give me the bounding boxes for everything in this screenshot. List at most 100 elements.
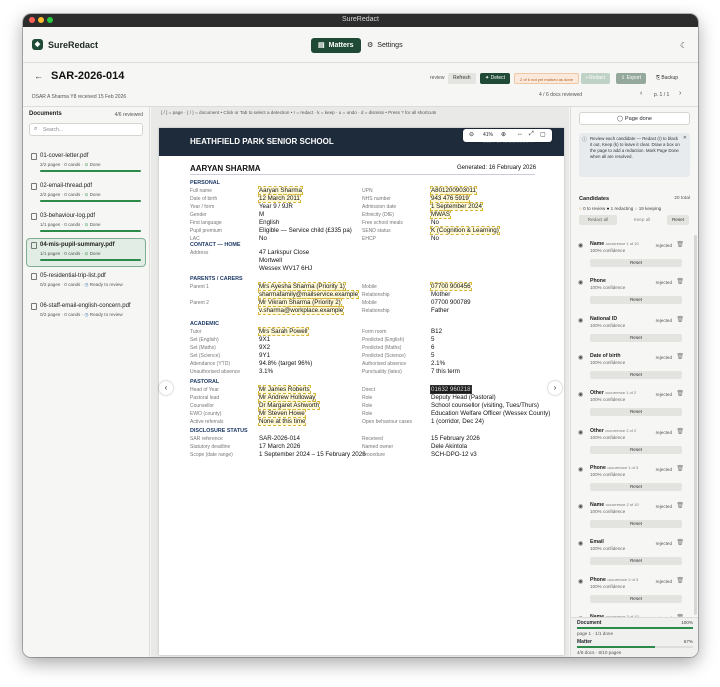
eye-icon[interactable]: ◉ (578, 503, 583, 510)
candidate-reset-button[interactable]: Reset (590, 370, 682, 379)
detect-button[interactable]: ✦ Detect (480, 73, 511, 84)
detected-value[interactable]: v.sharma@workplace.example (257, 306, 345, 315)
fit-page-icon[interactable]: ▢ (540, 131, 546, 138)
detected-value[interactable]: 07700 900456 (430, 282, 472, 291)
candidate-item[interactable]: ◉ Name occurrence 1 of 10 100% confidence r… (578, 239, 686, 273)
theme-toggle-button[interactable]: ☾ (673, 38, 694, 53)
trash-icon[interactable]: 🗑 (676, 390, 684, 397)
export-button[interactable]: ⇩ Export (616, 73, 647, 84)
eye-icon[interactable]: ◉ (578, 466, 583, 473)
candidate-item[interactable]: ◉ Date of birth 100% confidence rejected 🗑 R… (578, 351, 686, 385)
detected-value[interactable]: Aaryan Sharma (258, 186, 303, 195)
matters-nav-button[interactable]: ▤ Matters (311, 38, 361, 53)
prev-page-button[interactable]: ‹ (640, 90, 642, 97)
candidate-item[interactable]: ◉ Other occurrence 2 of 2 100% confidence r… (578, 426, 686, 460)
document-meta: 0/2 pages · 0 cands · ◷ Ready to review (40, 312, 123, 317)
trash-icon[interactable]: 🗑 (676, 241, 684, 248)
candidate-reset-button[interactable]: Reset (590, 445, 682, 454)
trash-icon[interactable]: 🗑 (676, 539, 684, 546)
candidate-reset-button[interactable]: Reset (590, 557, 682, 566)
detected-value[interactable]: 1 September 2024 (430, 202, 483, 211)
detected-value[interactable]: A801200903011 (430, 186, 477, 195)
document-item[interactable]: 01-cover-letter.pdf 2/2 pages · 0 cands ·… (27, 150, 145, 177)
trash-icon[interactable]: 🗑 (676, 428, 684, 435)
detected-value[interactable]: Mrs Sarah Powell (258, 327, 309, 336)
document-progress-sub: page 1 · 1/1 done (577, 631, 614, 636)
refresh-button[interactable]: Refresh (448, 73, 476, 84)
arrow-left-icon[interactable]: ← (34, 71, 43, 81)
search-input[interactable]: ⌕ Search... (29, 123, 143, 136)
trash-icon[interactable]: 🗑 (676, 577, 684, 584)
document-progress-percent: 100% (681, 620, 693, 625)
eye-icon[interactable]: ◉ (578, 317, 583, 324)
document-item[interactable]: 03-behaviour-log.pdf 1/1 pages · 0 cands … (27, 210, 145, 237)
detected-value[interactable]: 943 476 5919 (430, 194, 470, 203)
detected-value[interactable]: Mr Vikram Sharma (Priority 2) (258, 298, 342, 307)
redact-all-button[interactable]: Redact all (579, 215, 617, 225)
document-item[interactable]: 02-email-thread.pdf 2/2 pages · 0 cands ·… (27, 180, 145, 207)
field-label: Head of Year (190, 387, 219, 393)
app-logo[interactable]: ◆ SureRedact (32, 39, 98, 50)
zoom-in-icon[interactable]: ⊕ (501, 131, 506, 138)
eye-icon[interactable]: ◉ (578, 354, 583, 361)
trash-icon[interactable]: 🗑 (676, 278, 684, 285)
candidate-item[interactable]: ◉ Name occurrence 2 of 10 100% confidence r… (578, 500, 686, 534)
zoom-out-icon[interactable]: ⊖ (469, 131, 474, 138)
candidates-scrollbar[interactable] (694, 235, 697, 615)
document-item[interactable]: 05-residential-trip-list.pdf 0/2 pages · … (27, 270, 145, 297)
detected-value[interactable]: K (Cognition & Learning) (430, 226, 500, 235)
candidate-item[interactable]: ◉ Email 100% confidence rejected 🗑 Reset (578, 537, 686, 571)
keep-all-button[interactable]: Keep all (623, 215, 661, 225)
candidate-reset-button[interactable]: Reset (590, 594, 682, 603)
page-done-button[interactable]: ◯ Page done (579, 112, 690, 125)
expand-icon[interactable]: ⤢ (529, 131, 534, 138)
candidate-reset-button[interactable]: Reset (590, 408, 682, 417)
detected-value[interactable]: None at this time (257, 417, 307, 426)
redact-button[interactable]: ▪ Redact (581, 73, 611, 84)
field-label: Role (362, 395, 373, 401)
detected-value[interactable]: sharmafamily@mailservice.example (257, 290, 360, 299)
section-divider (190, 174, 535, 175)
close-icon[interactable]: ✕ (683, 135, 687, 141)
candidate-reset-button[interactable]: Reset (590, 333, 682, 342)
eye-icon[interactable]: ◉ (578, 429, 583, 436)
candidate-item[interactable]: ◉ National ID 100% confidence rejected 🗑 Res… (578, 314, 686, 348)
fit-width-icon[interactable]: ↔ (517, 131, 523, 137)
field-label: Attendance (YTD) (190, 361, 231, 367)
trash-icon[interactable]: 🗑 (676, 353, 684, 360)
detected-value[interactable]: MWAS (429, 210, 452, 219)
reset-all-button[interactable]: Reset (667, 215, 689, 225)
candidate-reset-button[interactable]: Reset (590, 296, 682, 305)
detected-value[interactable]: 12 March 2011 (258, 194, 301, 203)
detected-value[interactable]: Mr James Roberts (258, 385, 311, 394)
candidate-reset-button[interactable]: Reset (590, 482, 682, 491)
backup-button[interactable]: ⎘ Backup (651, 73, 683, 84)
trash-icon[interactable]: 🗑 (676, 316, 684, 323)
detected-value[interactable]: Mr Andrew Holloway (257, 393, 317, 402)
field-label: Free school meals (362, 220, 403, 226)
candidate-item[interactable]: ◉ Other occurrence 1 of 2 100% confidence r… (578, 388, 686, 422)
eye-icon[interactable]: ◉ (578, 578, 583, 585)
next-page-button[interactable]: › (679, 90, 681, 97)
trash-icon[interactable]: 🗑 (676, 502, 684, 509)
candidate-item[interactable]: ◉ Phone 100% confidence rejected 🗑 Reset (578, 276, 686, 310)
previous-document-button[interactable]: ‹ (159, 381, 173, 395)
eye-icon[interactable]: ◉ (578, 540, 583, 547)
settings-nav-button[interactable]: ⚙ Settings (360, 38, 410, 53)
candidate-reset-button[interactable]: Reset (590, 520, 682, 529)
detected-value[interactable]: Dr Margaret Ashworth (257, 401, 321, 410)
document-item[interactable]: 06-staff-email-english-concern.pdf 0/2 pa… (27, 300, 145, 327)
candidate-item[interactable]: ◉ Phone occurrence 1 of 3 100% confidence r… (578, 463, 686, 497)
eye-icon[interactable]: ◉ (578, 391, 583, 398)
detected-value[interactable]: Mr Steven Howe (258, 409, 306, 418)
eye-icon[interactable]: ◉ (578, 279, 583, 286)
document-page[interactable]: HEATHFIELD PARK SENIOR SCHOOL MIS PUPIL … (159, 128, 564, 655)
eye-icon[interactable]: ◉ (578, 242, 583, 249)
candidate-reset-button[interactable]: Reset (590, 259, 682, 267)
redacted-value[interactable]: 01632 960218 (430, 385, 472, 394)
trash-icon[interactable]: 🗑 (676, 465, 684, 472)
detected-value[interactable]: Mrs Ayesha Sharma (Priority 1) (258, 282, 346, 291)
candidate-item[interactable]: ◉ Phone occurrence 2 of 3 100% confidence r… (578, 575, 686, 609)
document-item[interactable]: 04-mis-pupil-summary.pdf 1/1 pages · 0 ca… (26, 238, 146, 267)
next-document-button[interactable]: › (548, 381, 562, 395)
